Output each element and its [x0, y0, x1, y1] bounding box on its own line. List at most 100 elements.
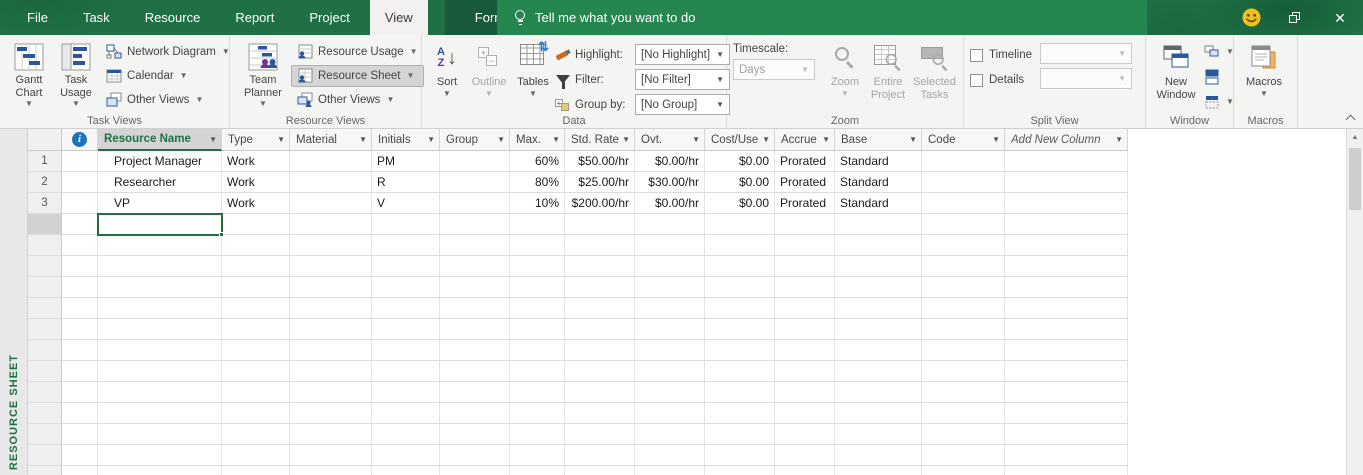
row-number[interactable] — [28, 424, 62, 445]
column-header-initials[interactable]: Initials▼ — [372, 129, 440, 151]
cell-type[interactable] — [222, 340, 290, 361]
cell-initials-row3[interactable]: V — [372, 193, 440, 214]
cell-info[interactable] — [62, 403, 98, 424]
cell-base[interactable] — [835, 382, 922, 403]
cell-ovt[interactable] — [635, 319, 705, 340]
cell-type[interactable] — [222, 403, 290, 424]
tell-me-box[interactable]: Tell me what you want to do — [497, 0, 1147, 35]
cell-code[interactable] — [922, 256, 1005, 277]
column-header-material[interactable]: Material▼ — [290, 129, 372, 151]
cell-group-row3[interactable] — [440, 193, 510, 214]
cell-group[interactable] — [440, 445, 510, 466]
cell-name[interactable] — [98, 319, 222, 340]
column-header-group[interactable]: Group▼ — [440, 129, 510, 151]
cell-info[interactable] — [62, 214, 98, 235]
cell-max[interactable] — [510, 214, 565, 235]
cell-info[interactable] — [62, 466, 98, 475]
cell-std_rate-row3[interactable]: $200.00/hr — [565, 193, 635, 214]
cell-accrue[interactable] — [775, 256, 835, 277]
cell-info[interactable] — [62, 235, 98, 256]
cell-max[interactable] — [510, 235, 565, 256]
cell-accrue[interactable] — [775, 277, 835, 298]
cell-std_rate[interactable] — [565, 340, 635, 361]
cell-ovt[interactable] — [635, 298, 705, 319]
cell-add_new[interactable] — [1005, 466, 1128, 475]
row-number[interactable] — [28, 445, 62, 466]
resource-other-views-button[interactable]: Other Views ▼ — [291, 89, 424, 111]
row-number[interactable]: 2 — [28, 172, 62, 193]
close-window-button[interactable]: ✕ — [1317, 0, 1363, 35]
tab-project[interactable]: Project — [294, 0, 364, 35]
cell-base[interactable] — [835, 445, 922, 466]
cell-initials-row2[interactable]: R — [372, 172, 440, 193]
cell-base[interactable] — [835, 214, 922, 235]
cell-material[interactable] — [290, 445, 372, 466]
cell-base[interactable] — [835, 340, 922, 361]
filter-arrow-icon[interactable]: ▼ — [692, 135, 700, 144]
cell-name[interactable] — [98, 403, 222, 424]
cell-accrue[interactable] — [775, 424, 835, 445]
cell-initials[interactable] — [372, 424, 440, 445]
filter-arrow-icon[interactable]: ▼ — [1115, 135, 1123, 144]
cell-base[interactable] — [835, 319, 922, 340]
cell-group[interactable] — [440, 424, 510, 445]
cell-ovt[interactable] — [635, 235, 705, 256]
cell-add_new-row2[interactable] — [1005, 172, 1128, 193]
cell-code[interactable] — [922, 277, 1005, 298]
cell-accrue[interactable] — [775, 235, 835, 256]
cell-max[interactable] — [510, 298, 565, 319]
column-header-type[interactable]: Type▼ — [222, 129, 290, 151]
filter-arrow-icon[interactable]: ▼ — [822, 135, 830, 144]
cell-std_rate[interactable] — [565, 319, 635, 340]
filter-arrow-icon[interactable]: ▼ — [622, 135, 630, 144]
row-number[interactable] — [28, 235, 62, 256]
cell-group[interactable] — [440, 340, 510, 361]
cell-accrue-row1[interactable]: Prorated — [775, 151, 835, 172]
cell-add_new[interactable] — [1005, 256, 1128, 277]
row-number[interactable]: 3 — [28, 193, 62, 214]
cell-base[interactable] — [835, 403, 922, 424]
cell-info[interactable] — [62, 319, 98, 340]
cell-group[interactable] — [440, 235, 510, 256]
cell-ovt[interactable] — [635, 361, 705, 382]
cell-add_new[interactable] — [1005, 319, 1128, 340]
filter-arrow-icon[interactable]: ▼ — [909, 135, 917, 144]
cell-cost_use[interactable] — [705, 445, 775, 466]
cell-accrue[interactable] — [775, 361, 835, 382]
cell-group[interactable] — [440, 319, 510, 340]
cell-name-row1[interactable]: Project Manager — [98, 151, 222, 172]
cell-initials[interactable] — [372, 214, 440, 235]
cell-material[interactable] — [290, 361, 372, 382]
cell-code[interactable] — [922, 235, 1005, 256]
cell-ovt[interactable] — [635, 403, 705, 424]
tab-file[interactable]: File — [12, 0, 63, 35]
column-header-add_new[interactable]: Add New Column▼ — [1005, 129, 1128, 151]
cell-group[interactable] — [440, 298, 510, 319]
timeline-checkbox[interactable] — [970, 49, 983, 62]
cell-initials[interactable] — [372, 445, 440, 466]
cell-type[interactable] — [222, 256, 290, 277]
filter-arrow-icon[interactable]: ▼ — [427, 135, 435, 144]
cell-material-row2[interactable] — [290, 172, 372, 193]
cell-add_new[interactable] — [1005, 340, 1128, 361]
cell-std_rate[interactable] — [565, 277, 635, 298]
cell-group[interactable] — [440, 361, 510, 382]
cell-code[interactable] — [922, 361, 1005, 382]
cell-name[interactable] — [98, 277, 222, 298]
collapse-ribbon-button[interactable] — [1345, 114, 1355, 122]
cell-ovt[interactable] — [635, 214, 705, 235]
cell-material[interactable] — [290, 319, 372, 340]
cell-accrue[interactable] — [775, 319, 835, 340]
gantt-chart-button[interactable]: Gantt Chart ▼ — [6, 38, 52, 110]
cell-code[interactable] — [922, 298, 1005, 319]
cell-cost_use[interactable] — [705, 403, 775, 424]
cell-base[interactable] — [835, 256, 922, 277]
cell-base[interactable] — [835, 235, 922, 256]
cell-type[interactable] — [222, 445, 290, 466]
cell-initials[interactable] — [372, 298, 440, 319]
cell-cost_use[interactable] — [705, 214, 775, 235]
cell-max[interactable] — [510, 382, 565, 403]
cell-std_rate[interactable] — [565, 403, 635, 424]
cell-name[interactable] — [98, 298, 222, 319]
sort-button[interactable]: AZ↓ Sort ▼ — [428, 38, 466, 110]
